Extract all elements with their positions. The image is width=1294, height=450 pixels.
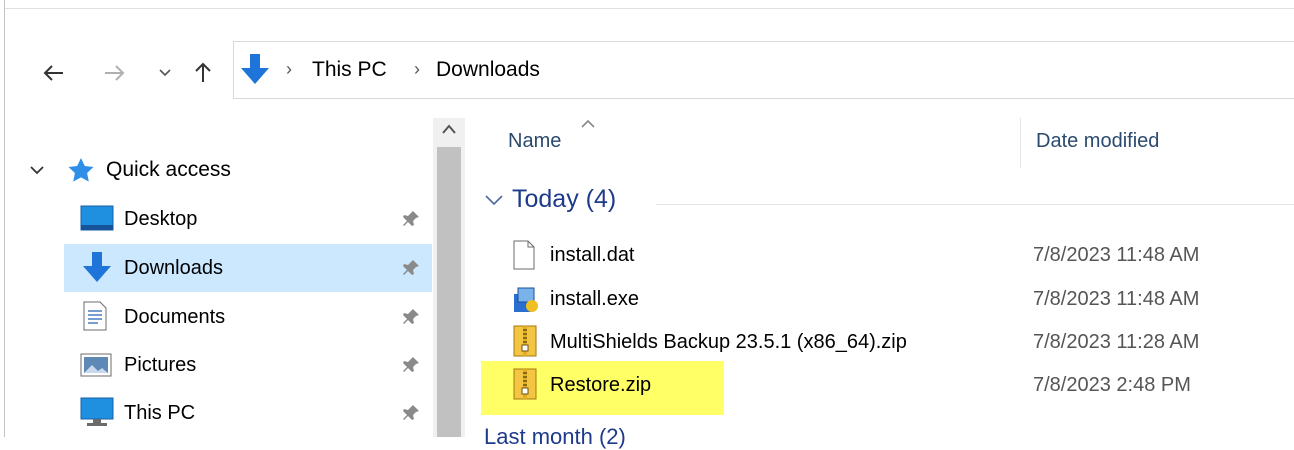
window-left-border bbox=[4, 0, 5, 437]
nav-label-pictures: Pictures bbox=[124, 353, 197, 376]
group-divider bbox=[656, 204, 1294, 205]
nav-label-documents: Documents bbox=[124, 305, 226, 328]
breadcrumb-separator-icon: › bbox=[414, 59, 420, 79]
downloads-icon bbox=[238, 52, 272, 91]
nav-item-pictures[interactable]: Pictures bbox=[64, 341, 432, 389]
nav-label-desktop: Desktop bbox=[124, 207, 198, 230]
window-top-border bbox=[4, 8, 1294, 9]
zip-icon bbox=[513, 368, 537, 400]
file-date: 7/8/2023 11:28 AM bbox=[1033, 331, 1200, 353]
installer-icon bbox=[514, 287, 538, 312]
up-arrow-icon bbox=[195, 62, 211, 82]
file-date: 7/8/2023 2:48 PM bbox=[1033, 374, 1191, 396]
up-button[interactable] bbox=[188, 56, 218, 88]
nav-item-documents[interactable]: Documents bbox=[64, 293, 432, 341]
pin-icon[interactable] bbox=[402, 259, 420, 277]
file-date: 7/8/2023 11:48 AM bbox=[1033, 288, 1200, 310]
this-pc-icon bbox=[80, 397, 114, 426]
recent-locations-button[interactable] bbox=[154, 60, 176, 86]
quick-access-label[interactable]: Quick access bbox=[106, 158, 231, 182]
nav-item-this-pc[interactable]: This PC bbox=[64, 389, 432, 437]
file-name-install-dat[interactable]: install.dat bbox=[550, 244, 635, 267]
address-bar[interactable] bbox=[233, 41, 1294, 99]
nav-label-this-pc: This PC bbox=[124, 401, 196, 424]
pictures-icon bbox=[80, 353, 112, 377]
file-name-install-exe[interactable]: install.exe bbox=[550, 288, 639, 311]
documents-icon bbox=[83, 301, 107, 331]
nav-item-downloads[interactable]: Downloads bbox=[64, 244, 432, 292]
desktop-icon bbox=[80, 205, 114, 231]
breadcrumb-downloads[interactable]: Downloads bbox=[436, 58, 540, 82]
nav-scrollbar-thumb[interactable] bbox=[437, 147, 461, 437]
scroll-up-icon[interactable] bbox=[441, 122, 457, 140]
file-date: 7/8/2023 11:48 AM bbox=[1033, 244, 1200, 266]
downloads-icon bbox=[83, 252, 111, 282]
breadcrumb-this-pc[interactable]: This PC bbox=[312, 58, 387, 82]
zip-icon bbox=[513, 325, 537, 357]
group-header-last-month[interactable]: Last month (2) bbox=[484, 424, 626, 450]
back-arrow-icon bbox=[43, 65, 63, 81]
expand-chevron-icon[interactable] bbox=[30, 162, 44, 180]
pin-icon[interactable] bbox=[402, 356, 420, 374]
forward-button[interactable] bbox=[100, 58, 130, 88]
file-icon bbox=[513, 240, 535, 270]
chevron-down-icon bbox=[159, 69, 171, 77]
pin-icon[interactable] bbox=[402, 404, 420, 422]
sort-ascending-icon bbox=[580, 116, 596, 134]
forward-arrow-icon bbox=[105, 65, 125, 81]
back-button[interactable] bbox=[38, 58, 68, 88]
group-label: Today (4) bbox=[512, 185, 617, 213]
column-header-name[interactable]: Name bbox=[508, 130, 561, 153]
breadcrumb-separator-icon: › bbox=[286, 59, 292, 79]
column-header-date-modified[interactable]: Date modified bbox=[1036, 130, 1159, 153]
quick-access-star-icon bbox=[66, 156, 96, 191]
nav-label-downloads: Downloads bbox=[124, 256, 223, 279]
column-separator[interactable] bbox=[1020, 118, 1021, 168]
nav-item-desktop[interactable]: Desktop bbox=[64, 195, 432, 243]
collapse-chevron-icon bbox=[485, 194, 503, 205]
group-header-today[interactable]: Today (4) bbox=[484, 185, 616, 214]
pin-icon[interactable] bbox=[402, 308, 420, 326]
file-name-multishields-zip[interactable]: MultiShields Backup 23.5.1 (x86_64).zip bbox=[550, 331, 907, 354]
file-name-restore-zip[interactable]: Restore.zip bbox=[550, 374, 651, 397]
pin-icon[interactable] bbox=[402, 210, 420, 228]
